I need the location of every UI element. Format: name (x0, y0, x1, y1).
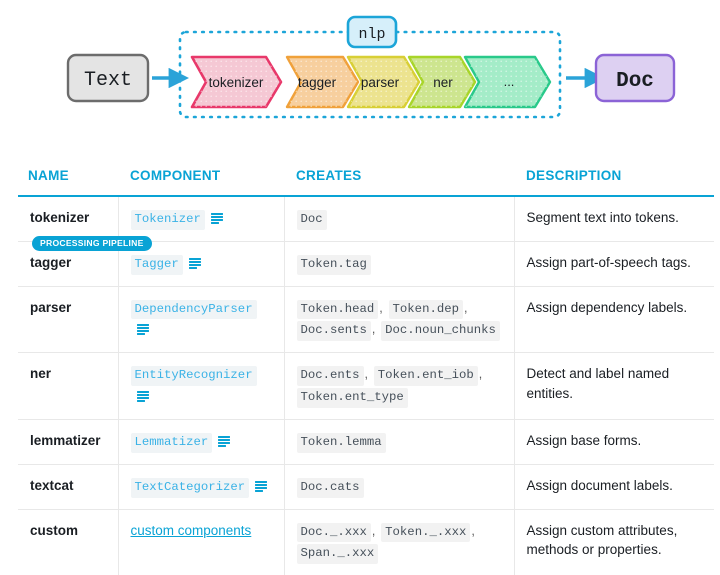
cell-component: EntityRecognizer (118, 352, 285, 420)
creates-code-chip: Token._.xxx (381, 522, 471, 543)
cell-name: lemmatizer (18, 419, 119, 465)
creates-code-chip: Span._.xxx (296, 544, 379, 565)
list-lines-icon[interactable] (210, 212, 223, 224)
creates-code-chip: Doc.cats (296, 477, 364, 498)
creates-separator: , (471, 523, 475, 538)
pipeline-diagram-svg: Text Doc tokenizer tagger parser ner ...… (66, 15, 676, 119)
cell-component: DependencyParser (118, 286, 285, 354)
creates-separator: , (364, 367, 369, 382)
table-row: textcat TextCategorizer Doc.cats Assign doc… (18, 464, 714, 510)
pipeline-stage-more: ... (463, 55, 552, 109)
creates-separator: , (371, 523, 376, 538)
table-row: ner EntityRecognizer Doc.ents, Token.ent_i… (18, 352, 714, 420)
cell-component: custom components (118, 509, 285, 575)
creates-code-chip: Token.tag (296, 254, 371, 275)
creates-code-chip: Token.ent_type (296, 388, 408, 408)
stage-label-tokenizer: tokenizer (209, 75, 264, 90)
cell-description: Assign dependency labels. (514, 286, 714, 354)
component-api-chip[interactable]: Tagger (130, 254, 183, 275)
table-header-row: NAME COMPONENT CREATES DESCRIPTION (18, 168, 714, 197)
creates-separator: , (379, 300, 383, 315)
cell-creates: Token.head, Token.dep, Doc.sents, Doc.no… (284, 286, 515, 354)
list-lines-icon[interactable] (136, 391, 149, 403)
pipeline-stage-tokenizer: tokenizer (190, 55, 283, 109)
creates-code-chip: Token.lemma (296, 432, 386, 453)
cell-creates: Doc.ents, Token.ent_iob, Token.ent_type (284, 352, 515, 420)
cell-name: custom (18, 509, 119, 575)
table-row: lemmatizer Lemmatizer Token.lemma Assign ba… (18, 419, 714, 465)
column-header-name: NAME (18, 168, 118, 197)
component-api-chip[interactable]: DependencyParser (130, 299, 257, 320)
creates-separator: , (478, 367, 483, 382)
cell-name: tokenizer (18, 196, 119, 242)
column-header-creates: CREATES (284, 168, 514, 197)
creates-code-chip: Doc.noun_chunks (381, 321, 500, 342)
pipeline-components-table: NAME COMPONENT CREATES DESCRIPTION token… (18, 168, 714, 575)
pipeline-stage-tagger: tagger (285, 55, 360, 109)
column-header-description: DESCRIPTION (514, 168, 714, 197)
creates-separator: , (371, 322, 376, 337)
component-api-chip[interactable]: EntityRecognizer (130, 366, 257, 387)
doc-output-label: Doc (616, 70, 654, 93)
list-lines-icon[interactable] (255, 480, 268, 492)
table-body: tokenizer Tokenizer Doc Segment text into t… (18, 196, 714, 575)
table-row: custom custom components Doc._.xxx, Token.… (18, 509, 714, 575)
cell-creates: Token.lemma (284, 419, 515, 465)
creates-code-chip: Token.head (296, 299, 379, 320)
list-lines-icon[interactable] (218, 435, 231, 447)
cell-component: Lemmatizer (118, 419, 285, 465)
cell-component: TextCategorizer (118, 464, 285, 510)
cell-creates: Doc.cats (284, 464, 515, 510)
component-api-chip[interactable]: Lemmatizer (130, 432, 213, 453)
custom-components-link[interactable]: custom components (131, 523, 252, 538)
stage-label-parser: parser (361, 75, 400, 90)
component-api-chip[interactable]: TextCategorizer (130, 477, 250, 498)
cell-description: Assign part-of-speech tags. (514, 241, 714, 287)
creates-code-chip: Doc (296, 210, 327, 230)
stage-label-ner: ner (433, 75, 453, 90)
cell-name: textcat (18, 464, 119, 510)
creates-code-chip: Doc.ents (296, 366, 364, 387)
cell-creates: Token.tag (284, 241, 515, 287)
creates-code-chip: Doc.sents (296, 321, 371, 342)
cell-creates: Doc._.xxx, Token._.xxx, Span._.xxx (284, 509, 515, 575)
stage-label-tagger: tagger (298, 75, 337, 90)
column-header-component: COMPONENT (118, 168, 284, 197)
creates-separator: , (463, 300, 468, 315)
list-lines-icon[interactable] (188, 257, 201, 269)
stage-label-more: ... (504, 74, 515, 89)
cell-name: parser (18, 286, 119, 354)
creates-code-chip: Token.dep (388, 299, 463, 320)
creates-code-chip: Doc._.xxx (296, 522, 371, 543)
text-input-label: Text (84, 69, 132, 92)
cell-description: Detect and label named entities. (514, 352, 714, 420)
pipeline-diagram: Text Doc tokenizer tagger parser ner ...… (0, 0, 720, 150)
pipeline-table-container: PROCESSING PIPELINE NAME COMPONENT CREAT… (18, 168, 714, 575)
cell-description: Assign document labels. (514, 464, 714, 510)
cell-description: Segment text into tokens. (514, 196, 714, 242)
list-lines-icon[interactable] (136, 324, 149, 336)
cell-creates: Doc (284, 196, 515, 242)
cell-description: Assign custom attributes, methods or pro… (526, 522, 678, 558)
component-api-chip[interactable]: Tokenizer (130, 210, 205, 230)
creates-code-chip: Token.ent_iob (373, 366, 478, 387)
cell-description: Assign base forms. (514, 419, 714, 465)
nlp-label-text: nlp (358, 26, 385, 43)
table-row: tokenizer Tokenizer Doc Segment text into t… (18, 196, 714, 242)
cell-component: Tokenizer (118, 196, 285, 242)
table-row: parser DependencyParser Token.head, Token.… (18, 286, 714, 354)
cell-name: ner (18, 352, 119, 420)
status-badge: PROCESSING PIPELINE (32, 236, 152, 251)
